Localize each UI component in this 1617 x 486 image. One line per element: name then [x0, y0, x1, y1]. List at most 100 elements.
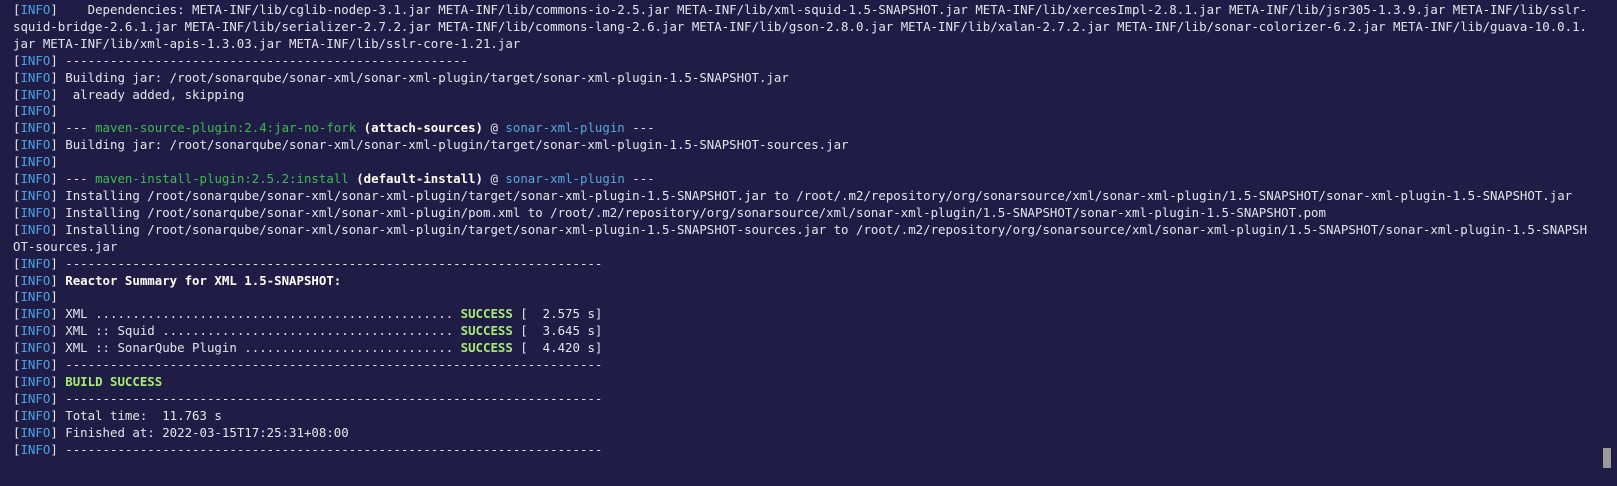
bracket-close: ] — [50, 255, 58, 271]
log-text: Installing /root/sonarqube/sonar-xml/son… — [57, 187, 1573, 203]
log-level-tag: INFO — [20, 120, 51, 136]
bracket-close: ] — [50, 373, 58, 389]
bracket-close: ] — [50, 407, 58, 423]
log-level-tag: INFO — [20, 373, 51, 389]
bracket-close: ] — [50, 204, 58, 220]
log-line: [INFO] ---------------------------------… — [13, 442, 1591, 459]
log-line: [INFO] Reactor Summary for XML 1.5-SNAPS… — [13, 273, 1591, 290]
log-level-tag: INFO — [20, 289, 51, 305]
log-level-tag: INFO — [20, 187, 51, 203]
log-text: Total time: 11.763 s — [57, 407, 222, 423]
build-status: BUILD SUCCESS — [65, 373, 163, 389]
bracket-close: ] — [50, 323, 58, 339]
module-time: [ 2.575 s] — [512, 306, 603, 322]
bracket-close: ] — [50, 221, 58, 237]
log-text: Installing /root/sonarqube/sonar-xml/son… — [13, 221, 1588, 254]
bracket-close: ] — [50, 120, 58, 136]
log-text: Finished at: 2022-03-15T17:25:31+08:00 — [57, 424, 349, 440]
log-text: ----------------------------------------… — [57, 390, 603, 406]
log-line: [INFO] — [13, 289, 1591, 306]
module-time: [ 4.420 s] — [512, 340, 603, 356]
log-text: Building jar: /root/sonarqube/sonar-xml/… — [57, 137, 849, 153]
plugin-goal: maven-source-plugin:2.4:jar-no-fork — [95, 120, 357, 136]
plugin-goal: maven-install-plugin:2.5.2:install — [95, 171, 349, 187]
log-level-tag: INFO — [20, 103, 51, 119]
bracket-close: ] — [50, 2, 58, 17]
bracket-close: ] — [50, 171, 58, 187]
log-level-tag: INFO — [20, 272, 51, 288]
log-level-tag: INFO — [20, 52, 51, 68]
log-text: ----------------------------------------… — [57, 441, 603, 457]
log-level-tag: INFO — [20, 86, 51, 102]
bracket-close: ] — [50, 187, 58, 203]
bracket-close: ] — [50, 103, 58, 119]
log-text: Dependencies: META-INF/lib/cglib-nodep-3… — [13, 2, 1588, 51]
bracket-close: ] — [50, 340, 58, 356]
execution-id: (attach-sources) — [363, 120, 484, 136]
log-level-tag: INFO — [20, 441, 51, 457]
log-level-tag: INFO — [20, 221, 51, 237]
bracket-close: ] — [50, 52, 58, 68]
log-text: already added, skipping — [57, 86, 245, 102]
log-level-tag: INFO — [20, 306, 51, 322]
mojo-prefix: --- — [57, 120, 96, 136]
artifact-id: sonar-xml-plugin — [505, 120, 625, 136]
log-text: ----------------------------------------… — [57, 357, 603, 373]
mojo-at: @ — [483, 171, 506, 187]
bracket-close: ] — [50, 137, 58, 153]
log-line: [INFO] Dependencies: META-INF/lib/cglib-… — [13, 2, 1591, 53]
log-text-bold: Reactor Summary for XML 1.5-SNAPSHOT: — [57, 272, 342, 288]
log-level-tag: INFO — [20, 204, 51, 220]
log-line: [INFO] XML :: SonarQube Plugin .........… — [13, 340, 1591, 357]
log-level-tag: INFO — [20, 137, 51, 153]
log-line: [INFO] --- maven-source-plugin:2.4:jar-n… — [13, 120, 1591, 137]
module-name: XML ....................................… — [57, 306, 461, 322]
bracket-close: ] — [50, 424, 58, 440]
bracket-close: ] — [50, 441, 58, 457]
bracket-close: ] — [50, 390, 58, 406]
log-text: Installing /root/sonarqube/sonar-xml/son… — [57, 204, 1326, 220]
log-line: [INFO] BUILD SUCCESS — [13, 374, 1591, 391]
mojo-prefix: --- — [57, 171, 96, 187]
log-line: [INFO] Installing /root/sonarqube/sonar-… — [13, 205, 1591, 222]
bracket-close: ] — [50, 357, 58, 373]
log-line: [INFO] XML .............................… — [13, 306, 1591, 323]
terminal-scrollbar[interactable] — [1601, 0, 1611, 486]
artifact-id: sonar-xml-plugin — [505, 171, 625, 187]
log-line: [INFO] Installing /root/sonarqube/sonar-… — [13, 222, 1591, 256]
bracket-close: ] — [50, 289, 58, 305]
log-line: [INFO] --- maven-install-plugin:2.5.2:in… — [13, 171, 1591, 188]
log-text: ----------------------------------------… — [57, 52, 469, 68]
module-status: SUCCESS — [460, 306, 513, 322]
log-line: [INFO] ---------------------------------… — [13, 357, 1591, 374]
module-name: XML :: SonarQube Plugin ................… — [57, 340, 461, 356]
log-level-tag: INFO — [20, 357, 51, 373]
log-level-tag: INFO — [20, 171, 51, 187]
log-line: [INFO] ---------------------------------… — [13, 256, 1591, 273]
bracket-close: ] — [50, 154, 58, 170]
bracket-close: ] — [50, 69, 58, 85]
module-time: [ 3.645 s] — [512, 323, 603, 339]
module-status: SUCCESS — [460, 340, 513, 356]
log-line: [INFO] Total time: 11.763 s — [13, 408, 1591, 425]
log-line: [INFO] ---------------------------------… — [13, 391, 1591, 408]
terminal-output[interactable]: [INFO] Dependencies: META-INF/lib/cglib-… — [0, 0, 1617, 486]
log-text: ----------------------------------------… — [57, 255, 603, 271]
log-line: [INFO] — [13, 154, 1591, 171]
log-line: [INFO] Building jar: /root/sonarqube/son… — [13, 70, 1591, 87]
log-level-tag: INFO — [20, 390, 51, 406]
execution-id: (default-install) — [356, 171, 484, 187]
log-line: [INFO] Building jar: /root/sonarqube/son… — [13, 137, 1591, 154]
log-line: [INFO] XML :: Squid ....................… — [13, 323, 1591, 340]
mojo-suffix: --- — [624, 171, 655, 187]
scrollbar-thumb[interactable] — [1603, 448, 1611, 468]
module-status: SUCCESS — [460, 323, 513, 339]
bracket-close: ] — [50, 86, 58, 102]
bracket-close: ] — [50, 272, 58, 288]
mojo-suffix: --- — [624, 120, 655, 136]
log-line: [INFO] ---------------------------------… — [13, 53, 1591, 70]
log-line: [INFO] already added, skipping — [13, 87, 1591, 104]
bracket-close: ] — [50, 306, 58, 322]
log-lines: [INFO] Dependencies: META-INF/lib/cglib-… — [13, 2, 1591, 458]
log-text: Building jar: /root/sonarqube/sonar-xml/… — [57, 69, 789, 85]
